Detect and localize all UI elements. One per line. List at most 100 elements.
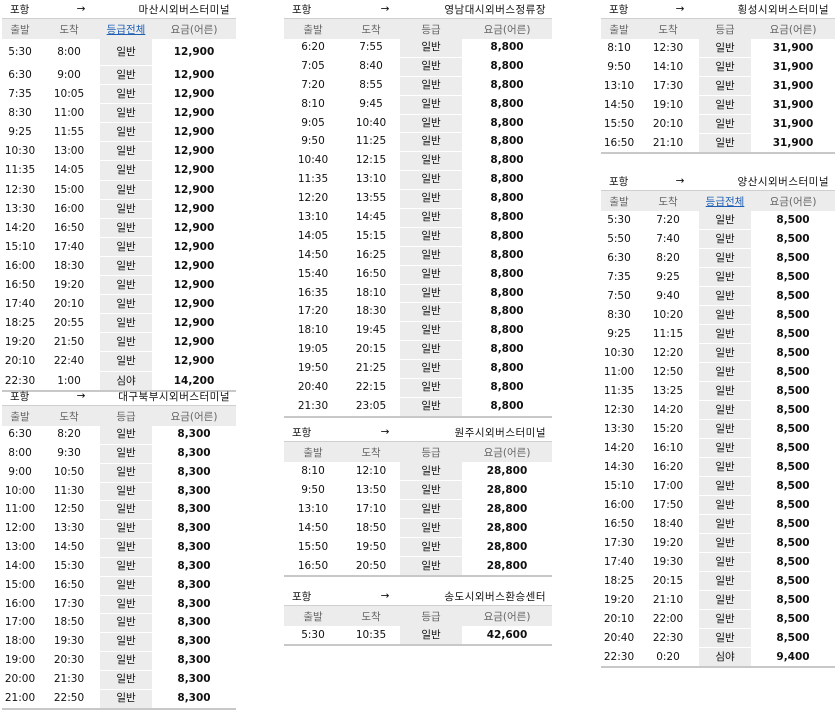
schedule-row: 6:30 8:20 일반 8,300 xyxy=(2,426,236,445)
origin-label: 포항 xyxy=(10,3,30,16)
schedule-row: 7:05 8:40 일반 8,800 xyxy=(284,57,552,77)
fare-header: 요금(어른) xyxy=(483,610,531,623)
arrival-time: 8:20 xyxy=(656,252,680,264)
departure-time: 20:40 xyxy=(603,632,635,644)
departure-time: 18:00 xyxy=(4,635,36,648)
departure-time: 17:40 xyxy=(603,556,635,568)
bus-grade: 일반 xyxy=(699,230,751,248)
fare-amount: 12,900 xyxy=(173,88,215,101)
origin-label: 포항 xyxy=(10,390,30,403)
schedule-row: 6:30 8:20 일반 8,500 xyxy=(601,249,835,268)
schedule-row: 19:05 20:15 일반 8,800 xyxy=(284,341,552,361)
schedule-row: 9:25 11:55 일반 12,900 xyxy=(2,123,236,143)
schedule-row: 19:00 20:30 일반 8,300 xyxy=(2,652,236,671)
arrival-time: 10:05 xyxy=(53,88,85,101)
schedule-row: 16:50 19:20 일반 12,900 xyxy=(2,276,236,296)
fare-amount: 8,500 xyxy=(776,404,810,416)
schedule-row: 6:20 7:55 일반 8,800 xyxy=(284,39,552,58)
fare-amount: 12,900 xyxy=(173,298,215,311)
fare-amount: 9,400 xyxy=(776,651,810,663)
fare-amount: 8,300 xyxy=(177,484,211,497)
arrival-time: 13:10 xyxy=(355,173,387,186)
schedule-row: 9:50 14:10 일반 31,900 xyxy=(601,58,835,77)
bus-grade: 일반 xyxy=(100,85,152,104)
arrival-time: 18:30 xyxy=(53,259,85,272)
departure-time: 21:30 xyxy=(297,399,329,412)
departure-time: 10:30 xyxy=(603,347,635,359)
schedule-row: 21:30 23:05 일반 8,800 xyxy=(284,397,552,418)
schedule-row: 14:00 15:30 일반 8,300 xyxy=(2,557,236,577)
schedule-row: 16:50 21:10 일반 31,900 xyxy=(601,134,835,154)
fare-amount: 8,300 xyxy=(177,428,211,440)
arrival-time: 12:50 xyxy=(652,366,684,378)
fare-amount: 8,500 xyxy=(776,575,810,587)
schedule-row: 14:30 16:20 일반 8,500 xyxy=(601,458,835,477)
bus-grade: 일반 xyxy=(400,227,462,246)
schedule-row: 14:50 18:50 일반 28,800 xyxy=(284,519,552,538)
fare-amount: 8,500 xyxy=(776,613,810,625)
route-header: 포항 → 횡성시외버스터미널 xyxy=(601,0,835,19)
fare-amount: 12,900 xyxy=(173,259,215,272)
arrival-time: 14:20 xyxy=(652,404,684,416)
bus-grade: 일반 xyxy=(699,249,751,267)
bus-grade: 일반 xyxy=(400,500,462,518)
arrival-time: 16:50 xyxy=(355,267,387,280)
departure-time: 11:35 xyxy=(603,385,635,397)
schedule-row: 10:40 12:15 일반 8,800 xyxy=(284,152,552,172)
departure-time: 15:10 xyxy=(4,240,36,253)
route-table: 포항 → 마산시외버스터미널 출발 도착 등급전체 요금(어른) 5:30 8:00 일반 12,9… xyxy=(2,0,236,392)
departure-time: 8:00 xyxy=(8,446,32,459)
fare-amount: 31,900 xyxy=(772,99,814,111)
departure-time: 11:00 xyxy=(4,503,36,516)
schedule-row: 5:30 8:00 일반 12,900 xyxy=(2,39,236,66)
column-header: 출발 도착 등급 요금(어른) xyxy=(284,442,552,462)
grade-header: 등급 xyxy=(400,21,462,37)
fare-amount: 8,300 xyxy=(177,635,211,648)
fare-amount: 28,800 xyxy=(486,541,528,553)
arrival-time: 8:20 xyxy=(57,428,81,440)
bus-grade: 일반 xyxy=(699,458,751,476)
departure-time: 9:25 xyxy=(8,126,32,139)
arrival-time: 10:40 xyxy=(355,116,387,129)
departure-time: 7:05 xyxy=(301,59,325,72)
bus-grade: 일반 xyxy=(699,96,751,114)
bus-grade: 일반 xyxy=(699,382,751,400)
arrival-time: 19:30 xyxy=(652,556,684,568)
arrow-icon: → xyxy=(76,390,86,402)
departure-time: 5:30 xyxy=(301,629,325,641)
departure-time: 19:20 xyxy=(4,336,36,349)
fare-header: 요금(어른) xyxy=(769,23,817,36)
grade-all-link[interactable]: 등급전체 xyxy=(100,21,152,37)
arrival-time: 14:50 xyxy=(53,541,85,554)
fare-amount: 8,300 xyxy=(177,559,211,572)
arrival-time: 17:00 xyxy=(652,480,684,492)
fare-amount: 12,900 xyxy=(173,317,215,330)
bus-grade: 일반 xyxy=(699,572,751,590)
arrival-time: 7:20 xyxy=(656,214,680,226)
arrival-time: 22:00 xyxy=(652,613,684,625)
departure-time: 13:10 xyxy=(297,211,329,224)
fare-amount: 12,900 xyxy=(173,46,215,58)
departure-time: 22:30 xyxy=(603,651,635,663)
fare-amount: 8,800 xyxy=(490,192,524,205)
fare-amount: 12,900 xyxy=(173,145,215,158)
grade-all-link[interactable]: 등급전체 xyxy=(699,193,751,209)
fare-amount: 12,900 xyxy=(173,107,215,120)
route-header: 포항 → 마산시외버스터미널 xyxy=(2,0,236,19)
bus-grade: 일반 xyxy=(400,133,462,152)
schedule-row: 5:30 10:35 일반 42,600 xyxy=(284,626,552,646)
departure-time: 15:40 xyxy=(297,267,329,280)
bus-grade: 일반 xyxy=(100,557,152,576)
arrival-time: 16:50 xyxy=(53,221,85,234)
arrival-time: 13:25 xyxy=(652,385,684,397)
departure-time: 11:35 xyxy=(297,173,329,186)
arrival-time: 16:25 xyxy=(355,248,387,261)
fare-amount: 8,800 xyxy=(490,116,524,129)
departure-time: 12:20 xyxy=(297,192,329,205)
fare-amount: 8,800 xyxy=(490,41,524,53)
departure-time: 16:50 xyxy=(603,137,635,149)
fare-amount: 8,800 xyxy=(490,173,524,186)
departure-time: 16:35 xyxy=(297,286,329,299)
departure-time: 11:00 xyxy=(603,366,635,378)
bus-grade: 일반 xyxy=(100,314,152,333)
